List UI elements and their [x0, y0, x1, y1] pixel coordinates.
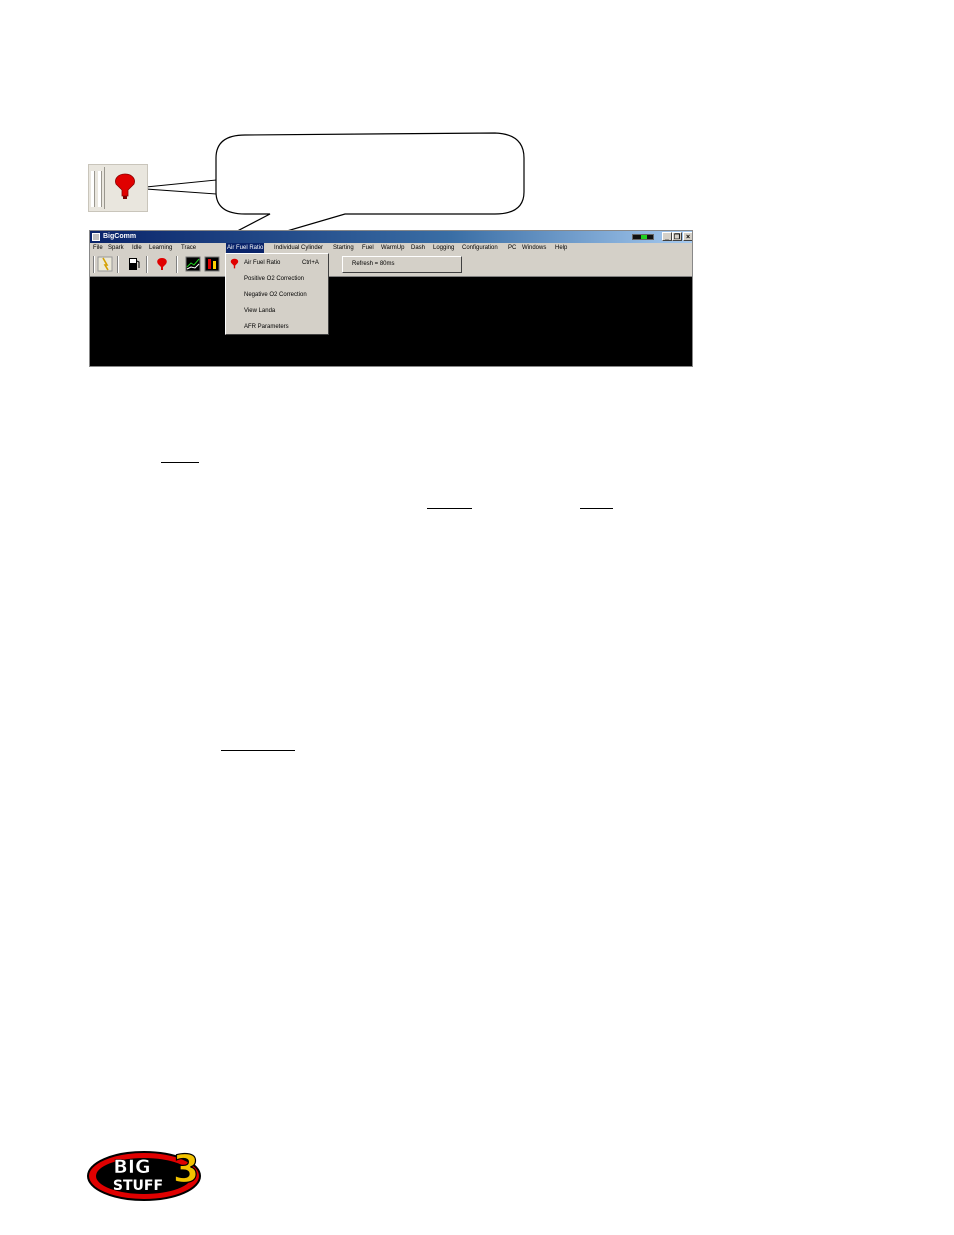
menu-pc[interactable]: PC: [508, 243, 516, 253]
minimize-button[interactable]: _: [662, 232, 672, 241]
menu-file[interactable]: File: [93, 243, 103, 253]
svg-text:3: 3: [173, 1147, 199, 1191]
menu-item-negative-o2-correction[interactable]: Negative O2 Correction: [226, 288, 328, 302]
restore-button[interactable]: ❐: [672, 232, 682, 241]
toolbar-separator: [176, 256, 178, 273]
svg-text:STUFF: STUFF: [113, 1178, 163, 1194]
wizard-icon[interactable]: [97, 256, 113, 272]
menu-windows[interactable]: Windows: [522, 243, 546, 253]
menu-starting[interactable]: Starting: [333, 243, 354, 253]
toolbar: Refresh = 80ms: [90, 253, 692, 277]
menu-item-air-fuel-ratio[interactable]: Air Fuel Ratio Ctrl+A: [226, 256, 328, 270]
menu-bar: File Spark Idle Learning Trace Air Fuel …: [90, 243, 692, 253]
menu-spark[interactable]: Spark: [108, 243, 124, 253]
bigstuff3-logo: BIG STUFF 3: [87, 1146, 201, 1201]
window-title: BigComm: [103, 233, 137, 240]
toolbar-separator: [93, 256, 95, 273]
fuel-pump-icon[interactable]: [126, 256, 142, 272]
chart-icon[interactable]: [185, 256, 201, 272]
menu-item-positive-o2-correction[interactable]: Positive O2 Correction: [226, 272, 328, 286]
text-underline: [221, 750, 295, 751]
air-fuel-ratio-icon[interactable]: [154, 256, 170, 272]
menu-fuel[interactable]: Fuel: [362, 243, 374, 253]
menu-help[interactable]: Help: [555, 243, 567, 253]
menu-idle[interactable]: Idle: [132, 243, 142, 253]
toolbar-separator: [117, 256, 119, 273]
menu-trace[interactable]: Trace: [181, 243, 196, 253]
refresh-rate-display: Refresh = 80ms: [342, 256, 462, 273]
app-icon: [92, 233, 100, 241]
bigcomm-window: BigComm _ ❐ × File Spark Idle Learning T…: [89, 230, 693, 367]
title-bar: BigComm _ ❐ ×: [90, 231, 692, 243]
menu-air-fuel-ratio[interactable]: Air Fuel Ratio: [226, 243, 265, 253]
air-fuel-ratio-icon: [115, 173, 135, 199]
menu-logging[interactable]: Logging: [433, 243, 454, 253]
close-button[interactable]: ×: [683, 232, 692, 241]
cylinder-icon[interactable]: [204, 256, 220, 272]
menu-configuration[interactable]: Configuration: [462, 243, 498, 253]
text-underline: [427, 508, 472, 509]
menu-learning[interactable]: Learning: [149, 243, 172, 253]
menu-item-view-landa[interactable]: View Landa: [226, 304, 328, 318]
menu-item-afr-parameters[interactable]: AFR Parameters: [226, 320, 328, 334]
menu-individual-cylinder[interactable]: Individual Cylinder: [274, 243, 323, 253]
toolbar-separator: [146, 256, 148, 273]
text-underline: [161, 462, 199, 463]
menu-dash[interactable]: Dash: [411, 243, 425, 253]
callout-pointer-top: [145, 179, 217, 195]
air-fuel-ratio-menu: Air Fuel Ratio Ctrl+A Positive O2 Correc…: [225, 253, 329, 335]
text-underline: [580, 508, 613, 509]
svg-text:BIG: BIG: [113, 1156, 150, 1178]
menu-warmup[interactable]: WarmUp: [381, 243, 404, 253]
status-indicator-icon: [632, 234, 654, 240]
air-fuel-ratio-icon: [230, 258, 239, 269]
